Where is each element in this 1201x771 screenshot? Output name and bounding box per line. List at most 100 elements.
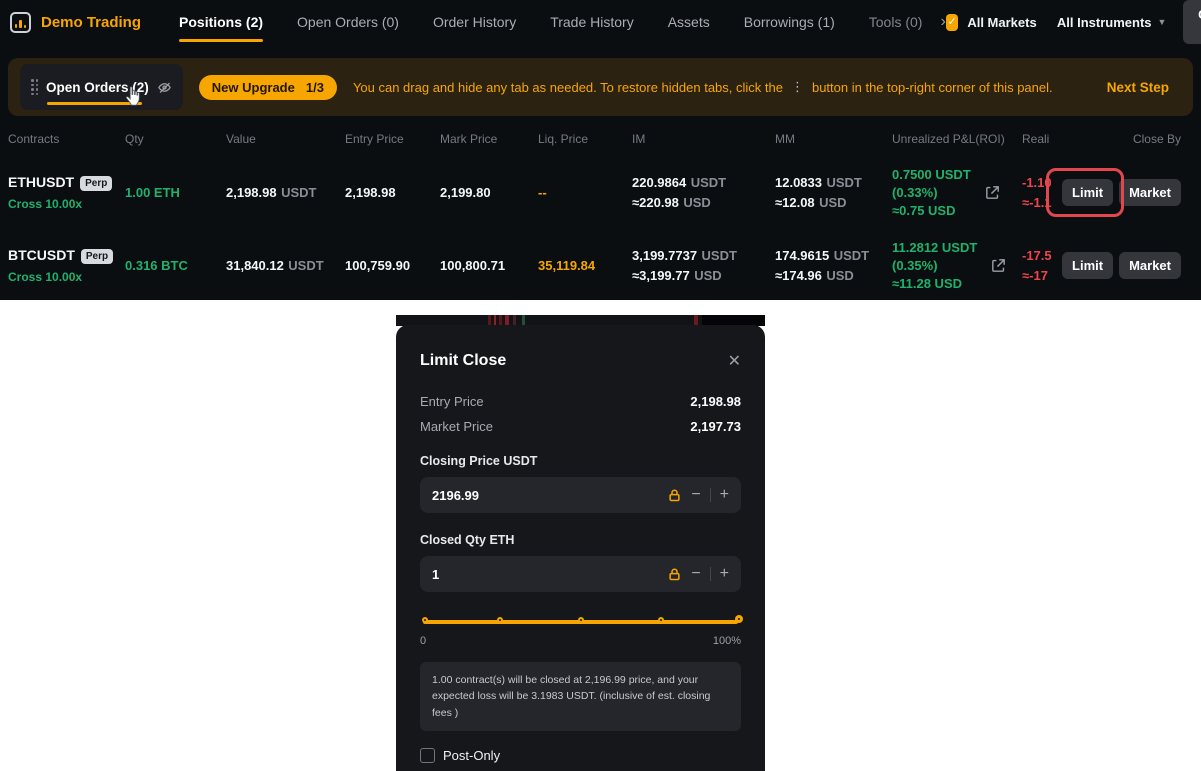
limit-close-button[interactable]: Limit bbox=[1062, 179, 1113, 206]
value-cell: 31,840.12 USDT bbox=[226, 257, 345, 275]
market-price-label: Market Price bbox=[420, 419, 493, 434]
im-usd-unit: USD bbox=[694, 268, 721, 283]
lock-icon[interactable] bbox=[667, 488, 682, 503]
qty-cell: 1.00 ETH bbox=[125, 185, 226, 200]
slider-tick-75[interactable] bbox=[658, 617, 664, 623]
upgrade-banner: Open Orders (2) New Upgrade1/3 You can d… bbox=[8, 58, 1193, 116]
brand-title: Demo Trading bbox=[41, 14, 141, 31]
closed-qty-label: Closed Qty ETH bbox=[420, 533, 741, 547]
value-amount: 2,198.98 bbox=[226, 185, 277, 200]
mm-amount: 12.0833 bbox=[775, 175, 822, 190]
tab-positions[interactable]: Positions (2) bbox=[179, 14, 263, 30]
post-only-row[interactable]: Post-Only bbox=[420, 748, 741, 763]
contract-symbol[interactable]: ETHUSDT bbox=[8, 174, 74, 190]
im-usd-unit: USD bbox=[683, 195, 710, 210]
eye-off-icon[interactable] bbox=[157, 80, 172, 95]
post-only-checkbox[interactable] bbox=[420, 748, 435, 763]
limit-close-modal: Limit Close ✕ Entry Price 2,198.98 Marke… bbox=[396, 325, 765, 771]
col-mark-price: Mark Price bbox=[440, 132, 538, 146]
closing-price-input[interactable]: 2196.99 − + bbox=[420, 477, 741, 513]
realized-usd: ≈-1.1 bbox=[1022, 193, 1056, 213]
col-im: IM bbox=[632, 132, 775, 146]
tab-tools[interactable]: Tools (0) bbox=[869, 14, 923, 30]
contract-symbol[interactable]: BTCUSDT bbox=[8, 247, 75, 263]
margin-leverage[interactable]: Cross 10.00x bbox=[8, 197, 125, 211]
mm-usd: ≈174.96 bbox=[775, 268, 822, 283]
upnl-amount: 0.7500 USDT bbox=[892, 166, 971, 184]
limit-close-button[interactable]: Limit bbox=[1062, 252, 1113, 279]
all-instruments-select[interactable]: All Instruments bbox=[1057, 15, 1152, 30]
mm-unit: USDT bbox=[834, 248, 869, 263]
realized-usd: ≈-17 bbox=[1022, 266, 1056, 286]
slider-tick-25[interactable] bbox=[497, 617, 503, 623]
positions-panel: Demo Trading Positions (2) Open Orders (… bbox=[0, 0, 1201, 300]
im-unit: USDT bbox=[691, 175, 726, 190]
realized-pnl-cell: -1.10 ≈-1.1 bbox=[1022, 173, 1056, 213]
closed-qty-value[interactable]: 1 bbox=[432, 567, 658, 582]
minus-stepper[interactable]: − bbox=[691, 487, 700, 503]
upnl-usd: ≈0.75 USD bbox=[892, 202, 971, 220]
realized-amount: -17.5 bbox=[1022, 246, 1056, 266]
banner-message-part1: You can drag and hide any tab as needed.… bbox=[353, 80, 783, 95]
banner-message-part2: button in the top-right corner of this p… bbox=[812, 80, 1053, 95]
drag-handle-icon[interactable] bbox=[31, 79, 38, 95]
close-all-button[interactable]: Close All bbox=[1183, 0, 1201, 44]
im-cell: 3,199.7737 USDT ≈3,199.77 USD bbox=[632, 246, 775, 286]
share-pnl-icon[interactable] bbox=[984, 184, 1001, 201]
badge-step: 1/3 bbox=[306, 80, 324, 95]
all-markets-checkbox[interactable]: ✓ bbox=[946, 14, 959, 31]
tab-borrowings[interactable]: Borrowings (1) bbox=[744, 14, 835, 30]
col-value: Value bbox=[226, 132, 345, 146]
col-mm: MM bbox=[775, 132, 892, 146]
value-amount: 31,840.12 bbox=[226, 258, 284, 273]
next-step-link[interactable]: Next Step bbox=[1107, 80, 1169, 95]
upnl-roi: (0.35%) bbox=[892, 257, 977, 275]
slider-max-label: 100% bbox=[713, 635, 741, 647]
im-cell: 220.9864 USDT ≈220.98 USD bbox=[632, 173, 775, 213]
open-orders-tile[interactable]: Open Orders (2) bbox=[20, 64, 183, 110]
market-price-row: Market Price 2,197.73 bbox=[420, 419, 741, 434]
mark-price-cell: 2,199.80 bbox=[440, 185, 538, 200]
col-qty: Qty bbox=[125, 132, 226, 146]
closing-price-label: Closing Price USDT bbox=[420, 454, 741, 468]
market-close-button[interactable]: Market bbox=[1119, 179, 1181, 206]
dropdown-caret-icon[interactable]: ▼ bbox=[1158, 17, 1167, 27]
slider-tick-0[interactable] bbox=[422, 617, 428, 623]
closing-price-value[interactable]: 2196.99 bbox=[432, 488, 658, 503]
slider-tick-50[interactable] bbox=[578, 617, 584, 623]
col-realized: Reali bbox=[1022, 132, 1056, 146]
value-unit: USDT bbox=[288, 258, 323, 273]
mm-usd: ≈12.08 bbox=[775, 195, 815, 210]
mm-cell: 174.9615 USDT ≈174.96 USD bbox=[775, 246, 892, 286]
close-icon[interactable]: ✕ bbox=[728, 351, 741, 371]
upnl-roi: (0.33%) bbox=[892, 184, 971, 202]
tab-assets[interactable]: Assets bbox=[668, 14, 710, 30]
margin-leverage[interactable]: Cross 10.00x bbox=[8, 270, 125, 284]
share-pnl-icon[interactable] bbox=[990, 257, 1007, 274]
minus-stepper[interactable]: − bbox=[691, 566, 700, 582]
market-price-value: 2,197.73 bbox=[690, 419, 741, 434]
tab-order-history[interactable]: Order History bbox=[433, 14, 516, 30]
table-header-row: Contracts Qty Value Entry Price Mark Pri… bbox=[0, 132, 1201, 146]
entry-price-cell: 2,198.98 bbox=[345, 185, 440, 200]
closed-qty-input[interactable]: 1 − + bbox=[420, 556, 741, 592]
value-unit: USDT bbox=[281, 185, 316, 200]
all-markets-label[interactable]: All Markets bbox=[967, 15, 1036, 30]
qty-percent-slider[interactable] bbox=[420, 614, 741, 630]
post-only-label: Post-Only bbox=[443, 748, 500, 763]
slider-labels: 0 100% bbox=[420, 635, 741, 647]
slider-min-label: 0 bbox=[420, 635, 426, 647]
tab-open-orders[interactable]: Open Orders (0) bbox=[297, 14, 399, 30]
plus-stepper[interactable]: + bbox=[720, 566, 729, 582]
table-row: ETHUSDTPerp Cross 10.00x 1.00 ETH 2,198.… bbox=[0, 156, 1201, 229]
market-close-button[interactable]: Market bbox=[1119, 252, 1181, 279]
col-unrealized-pnl: Unrealized P&L(ROI) bbox=[892, 132, 1022, 146]
table-row: BTCUSDTPerp Cross 10.00x 0.316 BTC 31,84… bbox=[0, 229, 1201, 302]
slider-handle[interactable] bbox=[735, 615, 743, 623]
tab-trade-history[interactable]: Trade History bbox=[550, 14, 634, 30]
inline-kebab-icon: ⋮ bbox=[791, 79, 804, 95]
mm-cell: 12.0833 USDT ≈12.08 USD bbox=[775, 173, 892, 213]
realized-amount: -1.10 bbox=[1022, 173, 1056, 193]
lock-icon[interactable] bbox=[667, 567, 682, 582]
plus-stepper[interactable]: + bbox=[720, 487, 729, 503]
